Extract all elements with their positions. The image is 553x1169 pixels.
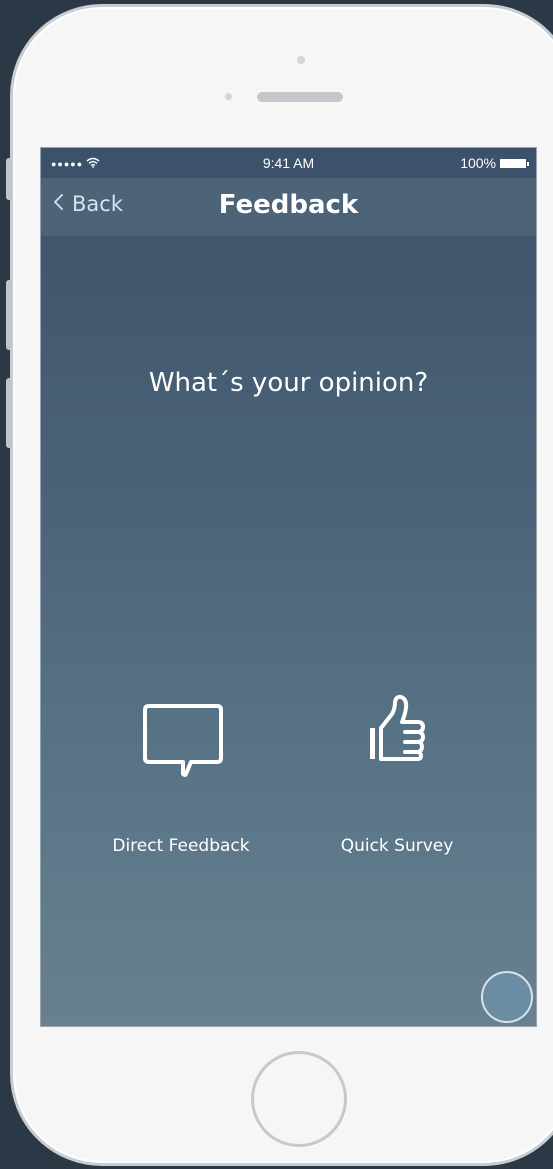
- assistive-touch-button[interactable]: [481, 971, 533, 1023]
- mute-switch[interactable]: [6, 158, 12, 200]
- status-bar: ●●●●● 9:41 AM 100%: [41, 148, 536, 178]
- phone-screen: ●●●●● 9:41 AM 100% Back Feedback What´s …: [40, 147, 537, 1027]
- thumbs-up-icon: [297, 688, 497, 784]
- stage: ●●●●● 9:41 AM 100% Back Feedback What´s …: [0, 0, 553, 1169]
- battery-icon: [500, 158, 529, 168]
- navigation-bar: Back Feedback: [41, 178, 536, 236]
- speech-bubble-icon: [81, 688, 281, 784]
- home-button[interactable]: [251, 1051, 347, 1147]
- direct-feedback-option[interactable]: Direct Feedback: [81, 688, 281, 856]
- proximity-sensor: [297, 56, 305, 64]
- quick-survey-option[interactable]: Quick Survey: [297, 688, 497, 856]
- direct-feedback-label: Direct Feedback: [112, 836, 250, 856]
- battery-indicator: 100%: [460, 155, 529, 171]
- quick-survey-label: Quick Survey: [340, 836, 454, 856]
- earpiece-speaker: [257, 92, 343, 102]
- volume-up-button[interactable]: [6, 280, 12, 350]
- battery-percent: 100%: [460, 155, 496, 171]
- front-camera: [225, 93, 232, 100]
- volume-down-button[interactable]: [6, 378, 12, 448]
- opinion-question: What´s your opinion?: [148, 368, 429, 398]
- page-title: Feedback: [218, 190, 359, 220]
